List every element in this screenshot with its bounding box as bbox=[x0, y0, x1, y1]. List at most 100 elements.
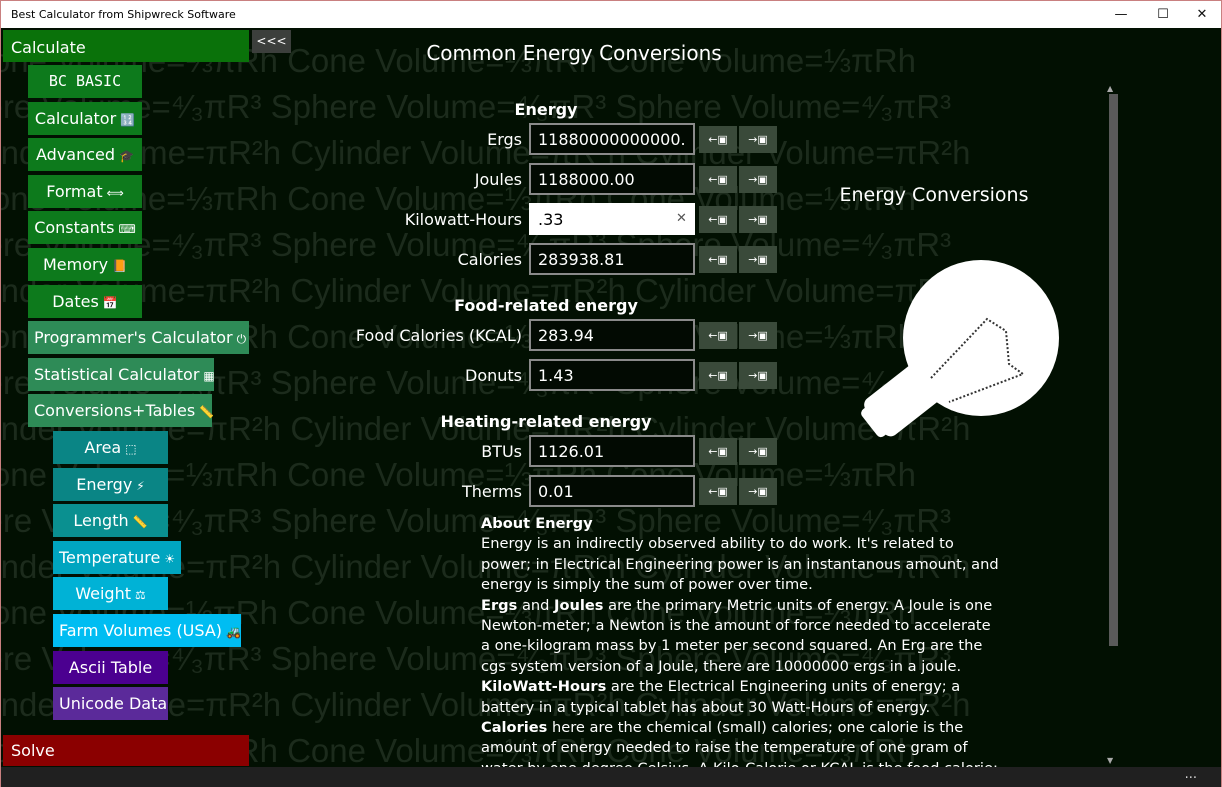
ergs-copy-from-memory-button[interactable]: ←▣ bbox=[699, 126, 737, 153]
calories-copy-to-memory-button[interactable]: →▣ bbox=[739, 246, 777, 273]
sidebar-item-icon: 📏 bbox=[199, 405, 214, 419]
sidebar-item-label: Weight bbox=[75, 584, 131, 603]
therms-label: Therms bbox=[462, 482, 522, 501]
section-heating-energy: Heating-related energy bbox=[421, 412, 671, 431]
joules-copy-from-memory-button[interactable]: ←▣ bbox=[699, 166, 737, 193]
therms-input[interactable] bbox=[529, 475, 695, 507]
clear-input-icon[interactable]: ✕ bbox=[676, 211, 687, 226]
food-calories-kcal-input[interactable] bbox=[529, 319, 695, 351]
about-title: About Energy bbox=[481, 515, 593, 532]
food-calories-kcal-copy-from-memory-button[interactable]: ←▣ bbox=[699, 322, 737, 349]
sidebar-item-advanced[interactable]: Advanced 🎓 bbox=[28, 138, 142, 171]
calculate-header[interactable]: Calculate bbox=[3, 30, 249, 62]
scroll-down-arrow[interactable]: ▼ bbox=[1107, 756, 1113, 765]
minimize-button[interactable]: — bbox=[1101, 1, 1141, 28]
sidebar-item-statistical-calculator[interactable]: Statistical Calculator ▦ bbox=[28, 358, 214, 391]
about-paragraph: Energy is an indirectly observed ability… bbox=[481, 534, 1001, 595]
joules-copy-to-memory-button[interactable]: →▣ bbox=[739, 166, 777, 193]
calories-copy-from-memory-button[interactable]: ←▣ bbox=[699, 246, 737, 273]
sidebar-item-area[interactable]: Area⬚ bbox=[53, 431, 168, 464]
btus-copy-to-memory-button[interactable]: →▣ bbox=[739, 438, 777, 465]
sidebar-item-icon: ⚖ bbox=[135, 588, 146, 602]
calories-input[interactable] bbox=[529, 243, 695, 275]
about-paragraph: Ergs and Joules are the primary Metric u… bbox=[481, 596, 1001, 678]
sidebar-item-label: Format bbox=[46, 182, 102, 201]
app-bar: ... bbox=[1, 767, 1221, 787]
sidebar-item-icon: 📏 bbox=[133, 515, 148, 529]
sidebar-item-label: Unicode Data bbox=[59, 694, 167, 713]
kilowatt-hours-copy-to-memory-button[interactable]: →▣ bbox=[739, 206, 777, 233]
lightbulb-icon bbox=[851, 256, 1066, 441]
sidebar-item-icon: ⚡ bbox=[136, 479, 144, 493]
sidebar-item-temperature[interactable]: Temperature ☀ bbox=[53, 541, 181, 574]
sidebar-item-ascii-table[interactable]: Ascii Table bbox=[53, 651, 168, 684]
joules-label: Joules bbox=[475, 170, 522, 189]
donuts-copy-to-memory-button[interactable]: →▣ bbox=[739, 362, 777, 389]
sidebar-item-label: BC BASIC bbox=[49, 72, 121, 90]
btus-input[interactable] bbox=[529, 435, 695, 467]
btus-label: BTUs bbox=[481, 442, 522, 461]
sidebar-item-weight[interactable]: Weight ⚖ bbox=[53, 577, 168, 610]
close-button[interactable]: ✕ bbox=[1182, 1, 1222, 28]
sidebar-item-label: Advanced bbox=[36, 145, 115, 164]
donuts-input[interactable] bbox=[529, 359, 695, 391]
ergs-input[interactable] bbox=[529, 123, 695, 155]
sidebar-item-energy[interactable]: Energy ⚡ bbox=[53, 468, 168, 501]
section-energy: Energy bbox=[441, 100, 651, 119]
solve-header[interactable]: Solve bbox=[3, 735, 249, 766]
sidebar-item-label: Farm Volumes (USA) bbox=[59, 621, 222, 640]
window-title: Best Calculator from Shipwreck Software bbox=[11, 8, 236, 21]
kilowatt-hours-input[interactable] bbox=[529, 203, 695, 235]
sidebar-item-icon: ⌨ bbox=[118, 222, 135, 236]
sidebar-item-icon: 📅 bbox=[103, 296, 118, 310]
sidebar-item-dates[interactable]: Dates 📅 bbox=[28, 285, 142, 318]
kilowatt-hours-label: Kilowatt-Hours bbox=[405, 210, 522, 229]
sidebar-item-label: Constants bbox=[34, 218, 114, 237]
ergs-label: Ergs bbox=[487, 130, 522, 149]
therms-copy-from-memory-button[interactable]: ←▣ bbox=[699, 478, 737, 505]
sidebar-item-label: Area bbox=[84, 438, 121, 457]
sidebar-item-label: Length bbox=[73, 511, 128, 530]
scrollbar-thumb[interactable] bbox=[1109, 94, 1118, 646]
joules-input[interactable] bbox=[529, 163, 695, 195]
food-calories-kcal-label: Food Calories (KCAL) bbox=[356, 326, 522, 345]
scroll-up-arrow[interactable]: ▲ bbox=[1107, 84, 1113, 93]
ergs-copy-to-memory-button[interactable]: →▣ bbox=[739, 126, 777, 153]
sidebar-item-farm-volumes-usa-[interactable]: Farm Volumes (USA)🚜 bbox=[53, 614, 241, 647]
sidebar-item-icon: ▦ bbox=[203, 369, 214, 383]
sidebar-item-icon: ⏻ bbox=[237, 332, 247, 346]
sidebar-item-calculator[interactable]: Calculator🔢 bbox=[28, 102, 142, 135]
calories-label: Calories bbox=[458, 250, 522, 269]
about-paragraph: KiloWatt-Hours are the Electrical Engine… bbox=[481, 677, 1001, 718]
donuts-label: Donuts bbox=[465, 366, 522, 385]
watermark-row: Cylinder Volume=πR²h Cylinder Volume=πR²… bbox=[1, 134, 970, 172]
sidebar-item-label: Conversions+Tables bbox=[34, 401, 195, 420]
kilowatt-hours-copy-from-memory-button[interactable]: ←▣ bbox=[699, 206, 737, 233]
sidebar-item-label: Statistical Calculator bbox=[34, 365, 199, 384]
maximize-button[interactable]: ☐ bbox=[1143, 1, 1183, 28]
donuts-copy-from-memory-button[interactable]: ←▣ bbox=[699, 362, 737, 389]
about-energy-text: About Energy Energy is an indirectly obs… bbox=[481, 514, 1001, 767]
sidebar-item-bc-basic[interactable]: BC BASIC bbox=[28, 65, 142, 98]
sidebar-item-conversions-tables[interactable]: Conversions+Tables 📏 bbox=[28, 394, 212, 427]
sidebar-item-icon: 🎓 bbox=[119, 149, 134, 163]
food-calories-kcal-copy-to-memory-button[interactable]: →▣ bbox=[739, 322, 777, 349]
sidebar-item-unicode-data[interactable]: Unicode Data bbox=[53, 687, 168, 720]
sidebar-item-label: Calculator bbox=[35, 109, 116, 128]
sidebar-item-label: Temperature bbox=[59, 548, 160, 567]
sidebar-item-format[interactable]: Format⟺ bbox=[28, 175, 142, 208]
more-button[interactable]: ... bbox=[1185, 767, 1197, 782]
sidebar-item-length[interactable]: Length 📏 bbox=[53, 504, 168, 537]
sidebar-item-label: Dates bbox=[52, 292, 99, 311]
btus-copy-from-memory-button[interactable]: ←▣ bbox=[699, 438, 737, 465]
sidebar-item-icon: ☀ bbox=[164, 552, 175, 566]
sidebar-item-memory[interactable]: Memory📙 bbox=[28, 248, 142, 281]
therms-copy-to-memory-button[interactable]: →▣ bbox=[739, 478, 777, 505]
collapse-sidebar-button[interactable]: <<< bbox=[252, 30, 291, 53]
energy-conversions-heading: Energy Conversions bbox=[821, 184, 1047, 206]
sidebar-item-label: Ascii Table bbox=[69, 658, 152, 677]
sidebar-item-label: Energy bbox=[76, 475, 132, 494]
sidebar-item-programmer-s-calculator[interactable]: Programmer's Calculator⏻ bbox=[28, 321, 249, 354]
sidebar-item-constants[interactable]: Constants ⌨ bbox=[28, 211, 142, 244]
sidebar-item-label: Memory bbox=[43, 255, 108, 274]
